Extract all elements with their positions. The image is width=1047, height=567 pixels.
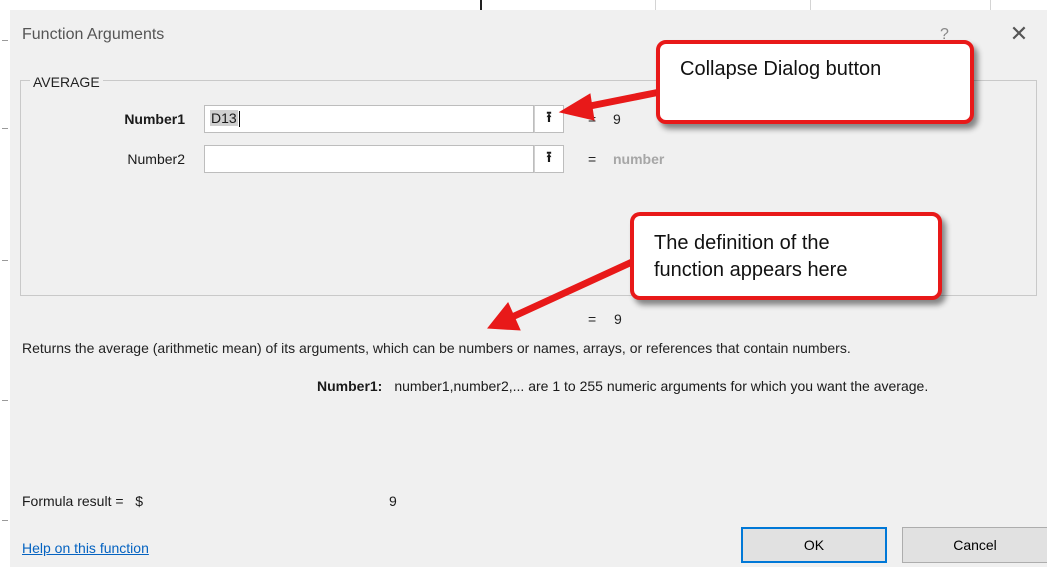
overall-result: 9 — [614, 311, 622, 327]
number1-value: D13 — [210, 110, 238, 126]
text-caret — [238, 111, 240, 128]
dialog-title: Function Arguments — [22, 26, 165, 43]
column-divider — [655, 0, 656, 10]
row-tick — [2, 520, 8, 521]
number1-collapse-dialog-button[interactable]: ⭱ — [534, 105, 564, 133]
definition-callout: The definition of the function appears h… — [630, 212, 942, 300]
argument-help-name: Number1: — [317, 378, 383, 394]
formula-result-label: Formula result = $ — [22, 493, 143, 509]
formula-result-text: Formula result = — [22, 493, 124, 509]
number2-collapse-dialog-button[interactable]: ⭱ — [534, 145, 564, 173]
column-divider — [990, 0, 991, 10]
close-icon[interactable]: ✕ — [1005, 20, 1033, 48]
row-tick — [2, 400, 8, 401]
argument-help: Number1: number1,number2,... are 1 to 255… — [317, 378, 928, 394]
number1-input[interactable]: D13 — [204, 105, 534, 133]
column-divider — [810, 0, 811, 10]
collapse-callout-text: Collapse Dialog button — [680, 58, 882, 80]
row-tick — [2, 128, 8, 129]
cancel-button[interactable]: Cancel — [902, 527, 1047, 563]
collapse-dialog-callout: Collapse Dialog button — [656, 40, 974, 124]
column-divider — [480, 0, 482, 10]
formula-result-currency: $ — [135, 493, 144, 509]
overall-equals: = — [588, 311, 597, 327]
number2-label: Number2 — [127, 151, 185, 167]
help-on-function-link[interactable]: Help on this function — [22, 540, 149, 556]
row-tick — [2, 40, 8, 41]
definition-callout-line1: The definition of the — [654, 232, 830, 254]
definition-callout-line2: function appears here — [654, 259, 848, 281]
collapse-arrow-icon: ⭱ — [546, 149, 552, 166]
function-description: Returns the average (arithmetic mean) of… — [22, 340, 851, 356]
formula-result-value: 9 — [389, 493, 397, 509]
number2-input[interactable] — [204, 145, 534, 173]
function-name: AVERAGE — [30, 74, 103, 90]
argument-help-text: number1,number2,... are 1 to 255 numeric… — [394, 378, 929, 394]
number1-label: Number1 — [124, 111, 185, 127]
number2-equals: = — [588, 151, 597, 167]
number1-result: 9 — [613, 111, 621, 127]
number2-result: number — [613, 151, 665, 167]
number1-equals: = — [588, 111, 597, 127]
ok-button[interactable]: OK — [741, 527, 887, 563]
collapse-arrow-icon: ⭱ — [546, 109, 552, 126]
row-tick — [2, 260, 8, 261]
